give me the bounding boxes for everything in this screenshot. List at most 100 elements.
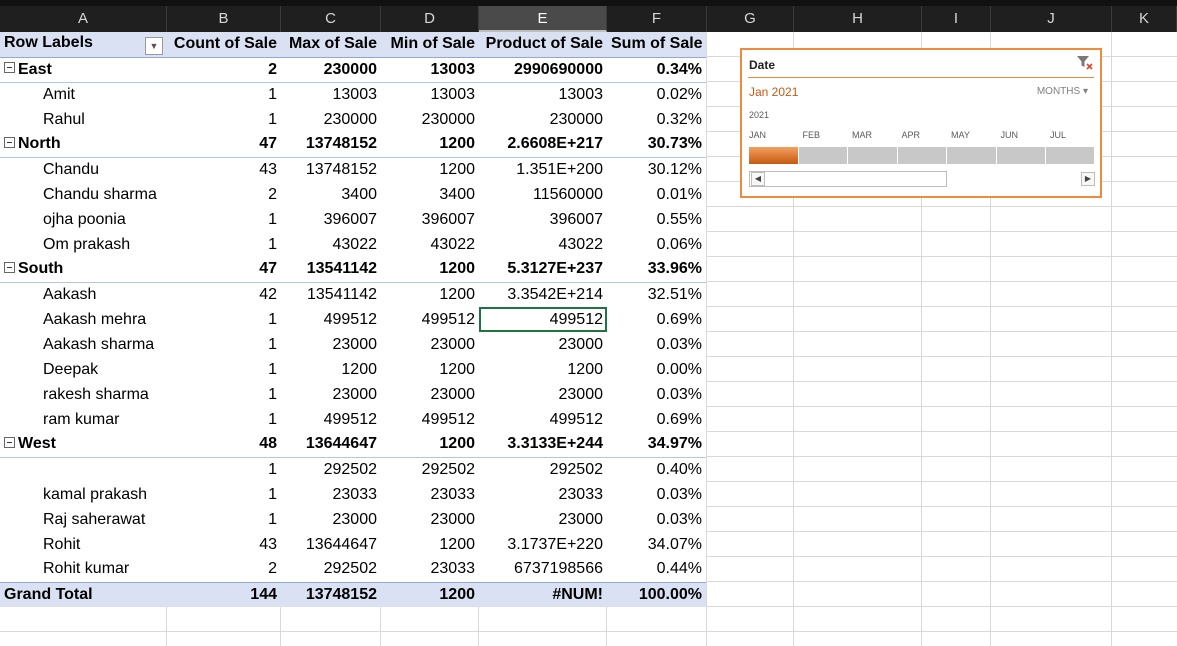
min-cell[interactable]: 43022	[381, 232, 479, 257]
count-cell[interactable]: 1	[167, 407, 281, 432]
max-cell[interactable]: 23000	[281, 382, 381, 407]
product-cell[interactable]: 23000	[479, 332, 607, 357]
grand-total-product[interactable]: #NUM!	[479, 581, 607, 607]
sum-cell[interactable]: 0.03%	[607, 382, 706, 407]
name-cell[interactable]: Chandu	[0, 157, 167, 182]
month-timeline-bar[interactable]	[749, 147, 1095, 164]
name-cell[interactable]: Aakash mehra	[0, 307, 167, 332]
max-cell[interactable]: 499512	[281, 407, 381, 432]
min-cell[interactable]: 1200	[381, 357, 479, 382]
count-cell[interactable]: 1	[167, 107, 281, 132]
count-cell[interactable]: 47	[167, 132, 281, 158]
product-cell[interactable]: 499512	[479, 307, 607, 332]
col-header-b[interactable]: B	[167, 6, 281, 32]
max-cell[interactable]: 23033	[281, 482, 381, 507]
min-cell[interactable]: 1200	[381, 282, 479, 307]
sum-cell[interactable]: 0.69%	[607, 407, 706, 432]
month-segment[interactable]	[749, 147, 799, 164]
product-cell[interactable]: 6737198566	[479, 557, 607, 582]
timeline-scrollbar[interactable]: ◀	[749, 171, 947, 187]
product-cell[interactable]: 3.3542E+214	[479, 282, 607, 307]
collapse-minus-icon[interactable]	[4, 62, 15, 74]
min-cell[interactable]: 292502	[381, 457, 479, 482]
count-cell[interactable]: 1	[167, 357, 281, 382]
name-cell[interactable]	[0, 457, 167, 482]
time-level-dropdown[interactable]: MONTHS ▾	[1037, 86, 1088, 97]
count-cell[interactable]: 42	[167, 282, 281, 307]
count-cell[interactable]: 1	[167, 482, 281, 507]
collapse-minus-icon[interactable]	[4, 262, 15, 274]
max-cell[interactable]: 499512	[281, 307, 381, 332]
min-cell[interactable]: 396007	[381, 207, 479, 232]
sum-cell[interactable]: 0.06%	[607, 232, 706, 257]
sum-cell[interactable]: 0.03%	[607, 482, 706, 507]
name-cell[interactable]: Deepak	[0, 357, 167, 382]
max-cell[interactable]: 396007	[281, 207, 381, 232]
name-cell[interactable]: Om prakash	[0, 232, 167, 257]
sum-cell[interactable]: 0.01%	[607, 182, 706, 207]
count-cell[interactable]: 1	[167, 382, 281, 407]
max-cell[interactable]: 13644647	[281, 532, 381, 557]
product-cell[interactable]: 3.1737E+220	[479, 532, 607, 557]
count-cell[interactable]: 47	[167, 257, 281, 283]
max-cell[interactable]: 3400	[281, 182, 381, 207]
name-cell[interactable]: ojha poonia	[0, 207, 167, 232]
count-cell[interactable]: 2	[167, 557, 281, 582]
product-cell[interactable]: 396007	[479, 207, 607, 232]
sum-cell[interactable]: 0.44%	[607, 557, 706, 582]
name-cell[interactable]: Amit	[0, 82, 167, 107]
sum-cell[interactable]: 0.32%	[607, 107, 706, 132]
min-cell[interactable]: 13003	[381, 82, 479, 107]
min-cell[interactable]: 1200	[381, 132, 479, 158]
month-segment[interactable]	[898, 147, 947, 164]
name-cell[interactable]: kamal prakash	[0, 482, 167, 507]
min-cell[interactable]: 1200	[381, 432, 479, 458]
collapse-minus-icon[interactable]	[4, 137, 15, 149]
collapse-minus-icon[interactable]	[4, 437, 15, 449]
min-cell[interactable]: 3400	[381, 182, 479, 207]
clear-filter-icon[interactable]	[1076, 55, 1094, 71]
max-cell[interactable]: 292502	[281, 457, 381, 482]
region-label-cell[interactable]: East	[0, 57, 167, 83]
count-cell[interactable]: 1	[167, 507, 281, 532]
min-header[interactable]: Min of Sale	[381, 32, 479, 58]
max-cell[interactable]: 230000	[281, 57, 381, 83]
name-cell[interactable]: Raj saherawat	[0, 507, 167, 532]
month-segment[interactable]	[799, 147, 848, 164]
grand-total-max[interactable]: 13748152	[281, 581, 381, 607]
max-cell[interactable]: 292502	[281, 557, 381, 582]
max-cell[interactable]: 13541142	[281, 282, 381, 307]
min-cell[interactable]: 1200	[381, 157, 479, 182]
name-cell[interactable]: Rohit	[0, 532, 167, 557]
sum-cell[interactable]: 0.02%	[607, 82, 706, 107]
col-header-g[interactable]: G	[707, 6, 794, 32]
sum-cell[interactable]: 30.73%	[607, 132, 706, 158]
name-cell[interactable]: Rahul	[0, 107, 167, 132]
sum-cell[interactable]: 33.96%	[607, 257, 706, 283]
count-cell[interactable]: 1	[167, 82, 281, 107]
max-cell[interactable]: 23000	[281, 332, 381, 357]
max-cell[interactable]: 13748152	[281, 157, 381, 182]
count-cell[interactable]: 1	[167, 232, 281, 257]
product-cell[interactable]: 499512	[479, 407, 607, 432]
sum-cell[interactable]: 0.00%	[607, 357, 706, 382]
max-cell[interactable]: 13541142	[281, 257, 381, 283]
min-cell[interactable]: 23000	[381, 332, 479, 357]
product-cell[interactable]: 2990690000	[479, 57, 607, 83]
count-cell[interactable]: 2	[167, 57, 281, 83]
name-cell[interactable]: Rohit kumar	[0, 557, 167, 582]
product-cell[interactable]: 43022	[479, 232, 607, 257]
max-cell[interactable]: 230000	[281, 107, 381, 132]
col-header-h[interactable]: H	[794, 6, 922, 32]
product-cell[interactable]: 23033	[479, 482, 607, 507]
max-cell[interactable]: 13644647	[281, 432, 381, 458]
region-label-cell[interactable]: West	[0, 432, 167, 458]
name-cell[interactable]: ram kumar	[0, 407, 167, 432]
count-cell[interactable]: 1	[167, 307, 281, 332]
name-cell[interactable]: Aakash sharma	[0, 332, 167, 357]
count-cell[interactable]: 43	[167, 532, 281, 557]
min-cell[interactable]: 230000	[381, 107, 479, 132]
date-timeline-slicer[interactable]: Date Jan 2021 MONTHS ▾ 2021 JAN FEB MAR APR…	[740, 48, 1102, 198]
product-cell[interactable]: 1.351E+200	[479, 157, 607, 182]
min-cell[interactable]: 499512	[381, 307, 479, 332]
